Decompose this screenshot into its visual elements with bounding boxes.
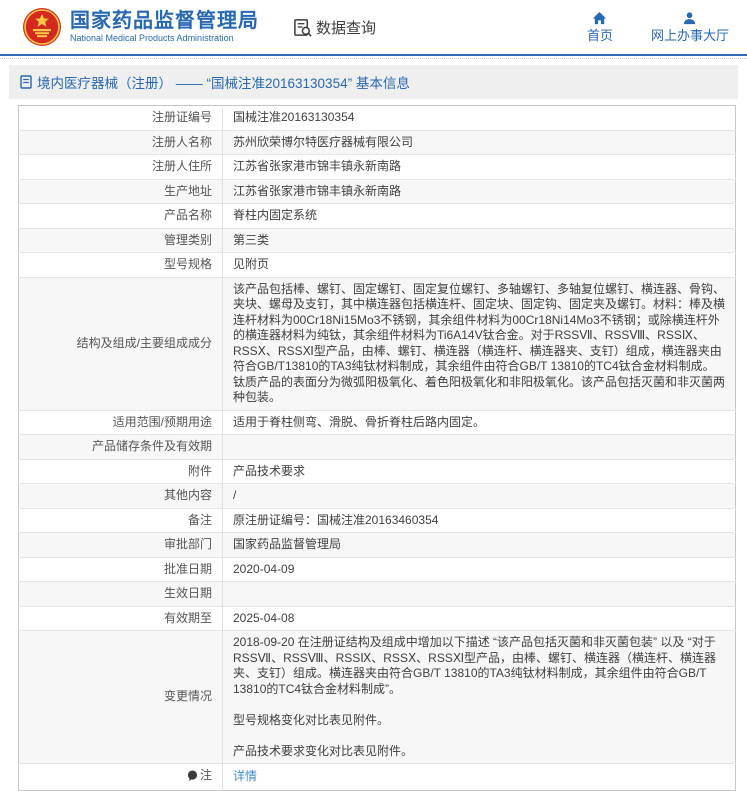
field-value: 2018-09-20 在注册证结构及组成中增加以下描述 “该产品包括灭菌和非灭菌… — [223, 631, 736, 764]
nav-hall-label: 网上办事大厅 — [651, 28, 729, 43]
field-value — [223, 435, 736, 460]
field-label: 产品名称 — [19, 204, 223, 229]
field-value: 见附页 — [223, 253, 736, 278]
page-title: 境内医疗器械（注册） —— “国械注准20163130354” 基本信息 — [37, 72, 410, 92]
field-value: 该产品包括棒、螺钉、固定螺钉、固定复位螺钉、多轴螺钉、多轴复位螺钉、横连器、骨钩… — [223, 277, 736, 410]
field-value: 脊柱内固定系统 — [223, 204, 736, 229]
field-label: 生产地址 — [19, 179, 223, 204]
field-value: 2025-04-08 — [223, 606, 736, 631]
field-value: 产品技术要求 — [223, 459, 736, 484]
table-row: 管理类别 第三类 — [19, 228, 736, 253]
table-row: 注 详情 — [19, 764, 736, 791]
dotted-separator — [0, 58, 747, 59]
nav-home[interactable]: 首页 — [587, 11, 613, 43]
agency-logo[interactable]: 国家药品监督管理局 National Medical Products Admi… — [22, 7, 259, 47]
nav-service-hall[interactable]: 网上办事大厅 — [651, 11, 729, 43]
table-row: 审批部门 国家药品监督管理局 — [19, 533, 736, 558]
speech-bubble-icon — [187, 770, 198, 786]
table-row: 注册证编号 国械注准20163130354 — [19, 106, 736, 131]
table-row: 适用范围/预期用途 适用于脊柱侧弯、滑脱、骨折脊柱后路内固定。 — [19, 410, 736, 435]
nav-home-label: 首页 — [587, 28, 613, 43]
agency-title: 国家药品监督管理局 — [70, 10, 259, 32]
field-value: 江苏省张家港市锦丰镇永新南路 — [223, 179, 736, 204]
table-row: 产品名称 脊柱内固定系统 — [19, 204, 736, 229]
field-label: 生效日期 — [19, 582, 223, 607]
field-label: 型号规格 — [19, 253, 223, 278]
field-value: 国家药品监督管理局 — [223, 533, 736, 558]
table-row: 其他内容 / — [19, 484, 736, 509]
field-label: 附件 — [19, 459, 223, 484]
field-value: 苏州欣荣博尔特医疗器械有限公司 — [223, 130, 736, 155]
field-label: 注册证编号 — [19, 106, 223, 131]
table-row: 产品储存条件及有效期 — [19, 435, 736, 460]
field-label: 批准日期 — [19, 557, 223, 582]
field-value — [223, 582, 736, 607]
table-row: 附件 产品技术要求 — [19, 459, 736, 484]
table-row: 生产地址 江苏省张家港市锦丰镇永新南路 — [19, 179, 736, 204]
data-query-label: 数据查询 — [316, 17, 376, 38]
field-label: 审批部门 — [19, 533, 223, 558]
person-icon — [682, 11, 697, 26]
field-value: 江苏省张家港市锦丰镇永新南路 — [223, 155, 736, 180]
field-value: 适用于脊柱侧弯、滑脱、骨折脊柱后路内固定。 — [223, 410, 736, 435]
house-icon — [592, 11, 607, 26]
field-label: 其他内容 — [19, 484, 223, 509]
field-label: 注 — [19, 764, 223, 791]
table-row: 有效期至 2025-04-08 — [19, 606, 736, 631]
field-label: 适用范围/预期用途 — [19, 410, 223, 435]
field-value: 详情 — [223, 764, 736, 791]
field-label: 结构及组成/主要组成成分 — [19, 277, 223, 410]
field-label: 备注 — [19, 508, 223, 533]
field-label: 注册人住所 — [19, 155, 223, 180]
field-label: 变更情况 — [19, 631, 223, 764]
registration-info-table: 注册证编号 国械注准20163130354 注册人名称 苏州欣荣博尔特医疗器械有… — [18, 105, 736, 791]
table-row: 注册人住所 江苏省张家港市锦丰镇永新南路 — [19, 155, 736, 180]
details-link[interactable]: 详情 — [233, 769, 257, 783]
table-row: 变更情况 2018-09-20 在注册证结构及组成中增加以下描述 “该产品包括灭… — [19, 631, 736, 764]
table-row: 备注 原注册证编号：国械注准20163460354 — [19, 508, 736, 533]
table-row: 注册人名称 苏州欣荣博尔特医疗器械有限公司 — [19, 130, 736, 155]
document-search-icon — [293, 18, 312, 37]
note-label: 注 — [200, 768, 212, 782]
field-value: 国械注准20163130354 — [223, 106, 736, 131]
page-title-bar: 境内医疗器械（注册） —— “国械注准20163130354” 基本信息 — [9, 65, 738, 99]
table-row: 型号规格 见附页 — [19, 253, 736, 278]
table-row: 结构及组成/主要组成成分 该产品包括棒、螺钉、固定螺钉、固定复位螺钉、多轴螺钉、… — [19, 277, 736, 410]
site-header: 国家药品监督管理局 National Medical Products Admi… — [0, 0, 747, 56]
field-value: 第三类 — [223, 228, 736, 253]
field-label: 产品储存条件及有效期 — [19, 435, 223, 460]
field-value: / — [223, 484, 736, 509]
table-row: 生效日期 — [19, 582, 736, 607]
national-emblem-icon — [22, 7, 62, 47]
field-label: 有效期至 — [19, 606, 223, 631]
table-row: 批准日期 2020-04-09 — [19, 557, 736, 582]
document-icon — [20, 75, 32, 89]
field-value: 原注册证编号：国械注准20163460354 — [223, 508, 736, 533]
agency-subtitle: National Medical Products Administration — [70, 32, 259, 44]
data-query-menu[interactable]: 数据查询 — [293, 17, 376, 38]
field-label: 注册人名称 — [19, 130, 223, 155]
field-value: 2020-04-09 — [223, 557, 736, 582]
field-label: 管理类别 — [19, 228, 223, 253]
